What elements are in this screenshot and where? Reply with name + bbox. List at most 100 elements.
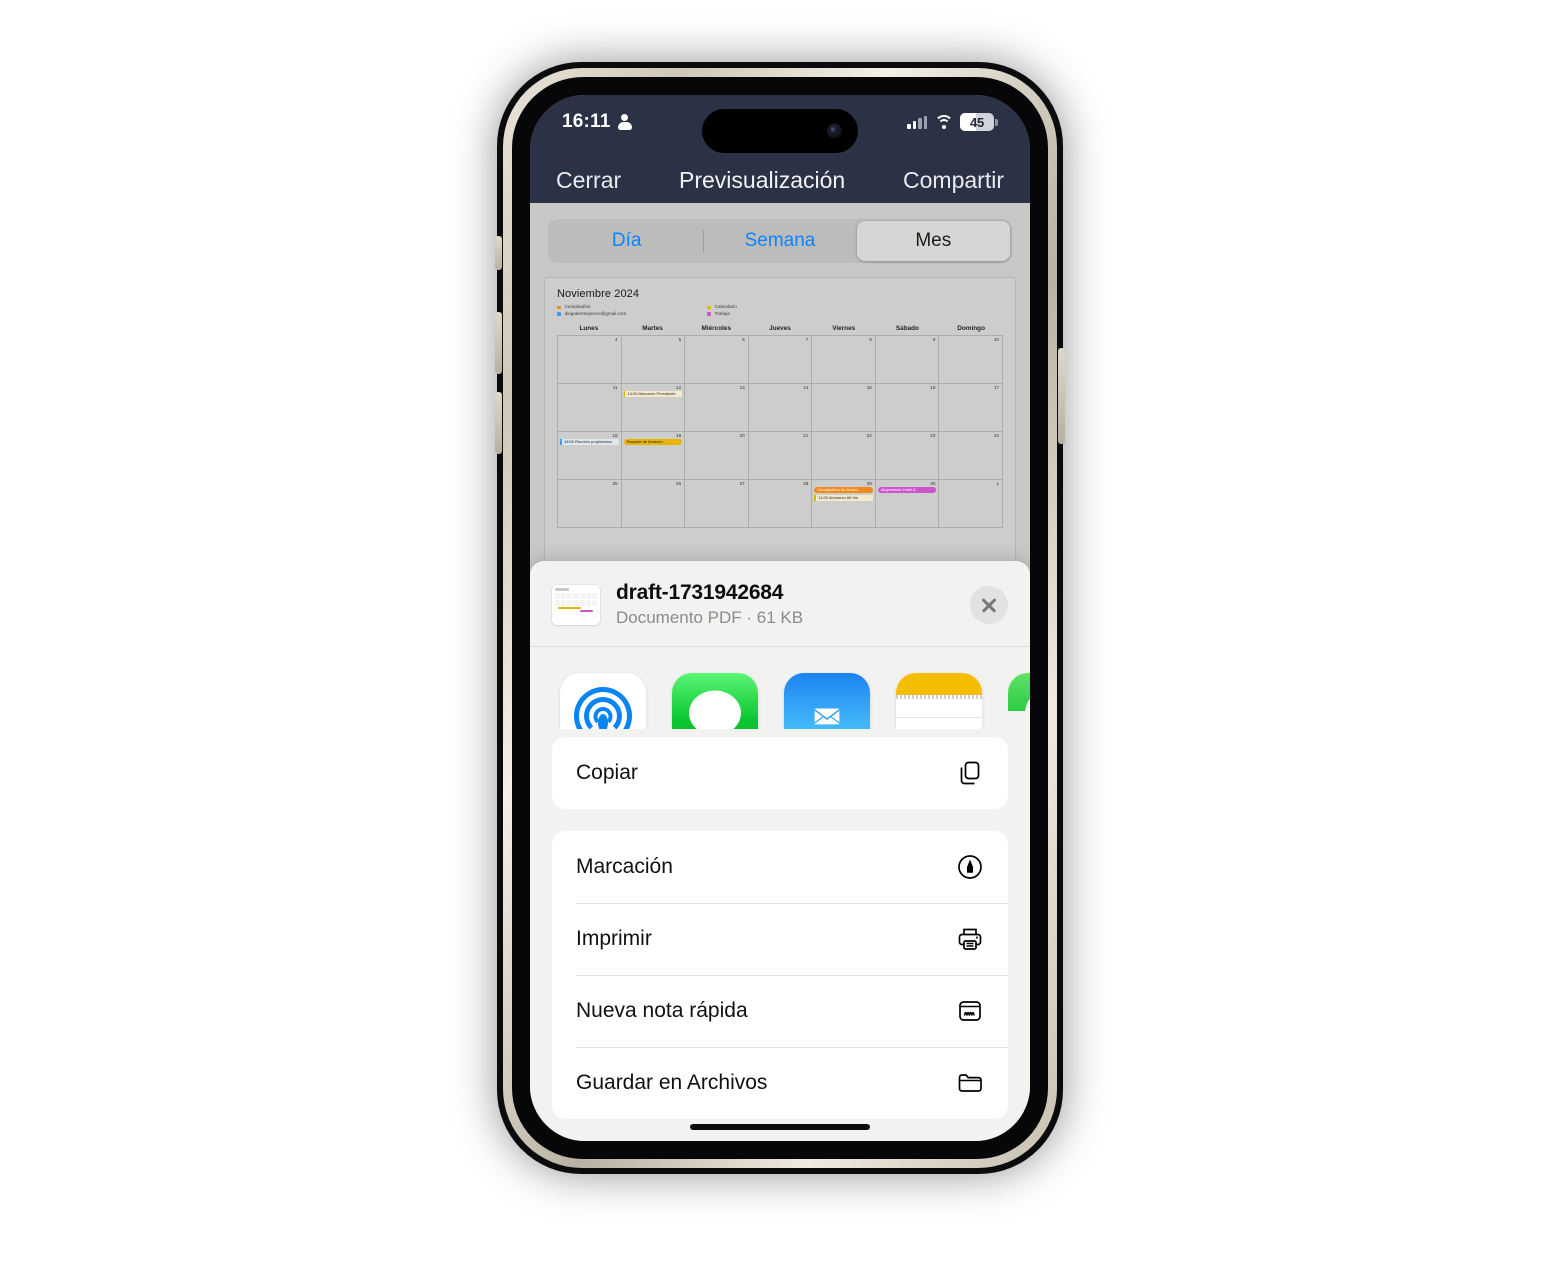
calendar-day-cell: 10 (939, 336, 1003, 385)
close-icon[interactable] (970, 585, 1008, 624)
legend-item-calendario: Calendario (707, 304, 857, 310)
action-marcacion[interactable]: Marcación (552, 831, 1008, 903)
weekday-label: Sábado (895, 325, 919, 333)
calendar-month-title: Noviembre 2024 (557, 288, 640, 300)
document-thumbnail (552, 584, 600, 625)
action-copiar[interactable]: Copiar (552, 737, 1008, 809)
share-target-airdrop[interactable]: AirDrop (560, 673, 646, 729)
calendar-day-number: 5 (678, 337, 682, 343)
calendar-day-cell: 15 (812, 384, 876, 433)
calendar-day-cell: 25 (558, 480, 622, 529)
action-nueva-nota-rapida[interactable]: Nueva nota rápida (552, 975, 1008, 1047)
legend-label: Calendario (714, 304, 737, 309)
volume-up-button[interactable] (495, 312, 502, 374)
calendar-event: Alojamiento Hotel IL (877, 487, 937, 494)
calendar-day-number: 27 (739, 481, 745, 487)
status-bar-left: 16:11 (562, 111, 632, 133)
weekday-label: Lunes (579, 325, 599, 333)
legend-label: Trabajo (714, 310, 730, 316)
action-group-copy: Copiar (552, 737, 1008, 809)
whatsapp-icon (1008, 673, 1030, 711)
power-button[interactable] (1058, 348, 1065, 444)
airdrop-icon (560, 673, 646, 729)
share-sheet-actions: Copiar Marcación Imprimir Nueva nota ráp… (530, 729, 1030, 1141)
wifi-icon (934, 115, 953, 129)
nav-titles: Cerrar Previsualización Compartir (530, 157, 1030, 203)
action-label: Nueva nota rápida (576, 999, 748, 1022)
calendar-day-number: 30 (930, 481, 936, 487)
calendar-day-number: 10 (993, 337, 999, 343)
share-target-mensajes[interactable]: Mensajes (672, 673, 758, 729)
battery-level: 45 (969, 114, 985, 130)
calendar-day-number: 9 (932, 337, 936, 343)
mail-icon (784, 673, 870, 729)
close-button[interactable]: Cerrar (556, 167, 621, 194)
calendar-day-cell: 8 (812, 336, 876, 385)
home-indicator (690, 1124, 870, 1130)
navigation-bar: 16:11 45 Cerrar Previsualización Compart… (530, 95, 1030, 203)
segment-semana[interactable]: Semana (703, 221, 856, 261)
weekday-label: Martes (642, 325, 663, 333)
phone-screen: 16:11 45 Cerrar Previsualización Compart… (530, 95, 1030, 1141)
calendar-day-number: 13 (739, 385, 745, 391)
battery-icon: 45 (960, 113, 998, 131)
action-label: Copiar (576, 761, 638, 784)
action-label: Guardar en Archivos (576, 1071, 768, 1094)
calendar-day-number: 6 (742, 337, 745, 343)
share-sheet-file-meta: draft-1731942684 Documento PDF · 61 KB (616, 581, 954, 628)
volume-down-button[interactable] (495, 392, 502, 454)
calendar-day-cell: 17 (939, 384, 1003, 433)
share-target-notas[interactable]: Notas (896, 673, 982, 729)
calendar-legend: Cumpleaños Calendario diegobermejovico@g… (557, 304, 1003, 316)
calendar-day-cell: 4 (558, 336, 622, 385)
share-target-whatsapp[interactable]: Wh (1008, 673, 1030, 711)
calendar-day-number: 21 (803, 433, 809, 439)
calendar-day-cell: 29 Cumpleaños de Álvaro 11:00 Almuerzo 68 … (812, 480, 876, 529)
silent-switch[interactable] (495, 236, 502, 270)
messages-icon (672, 673, 758, 729)
calendar-day-cell: 9 (875, 336, 940, 385)
calendar-day-cell: 14 (748, 384, 813, 433)
calendar-day-cell: 11 (558, 384, 622, 433)
calendar-day-number: 15 (866, 385, 872, 391)
share-sheet-app-row[interactable]: AirDrop Mensajes (530, 647, 1030, 729)
share-button[interactable]: Compartir (903, 167, 1004, 194)
calendar-day-cell: 18 18:00 Reunión propietarios (558, 432, 622, 481)
weekday-label: Miércoles (701, 325, 732, 333)
quick-note-icon (956, 997, 984, 1025)
cellular-signal-icon (907, 115, 927, 129)
calendar-day-cell: 5 (621, 336, 686, 385)
action-guardar-en-archivos[interactable]: Guardar en Archivos (552, 1047, 1008, 1119)
calendar-event: 14:00 Almuerzo Presidente (623, 391, 683, 398)
calendar-day-number: 25 (612, 481, 618, 487)
calendar-day-cell: 21 (748, 432, 813, 481)
person-icon (617, 113, 632, 131)
calendar-day-number: 28 (803, 481, 809, 487)
action-label: Imprimir (576, 927, 652, 950)
page-title: Previsualización (679, 166, 846, 193)
calendar-day-cell: 6 (685, 336, 749, 385)
weekday-label: Viernes (832, 325, 856, 333)
calendar-day-number: 11 (612, 385, 618, 391)
calendar-day-number: 19 (676, 433, 682, 439)
file-name: draft-1731942684 (616, 581, 784, 604)
calendar-weekday-header: Lunes Martes Miércoles Jueves Viernes Sá… (557, 325, 1003, 332)
calendar-day-number: 7 (805, 337, 809, 343)
action-imprimir[interactable]: Imprimir (552, 903, 1008, 975)
legend-label: Cumpleaños (564, 304, 591, 309)
status-bar-time: 16:11 (562, 111, 611, 132)
dynamic-island (702, 109, 858, 153)
front-camera-icon (827, 123, 842, 139)
weekday-label: Jueves (769, 325, 791, 333)
legend-label: diegobermejovico@gmail.com (564, 310, 627, 316)
view-mode-segmented-control[interactable]: Día Semana Mes (548, 219, 1012, 263)
calendar-day-cell: 26 (621, 480, 686, 529)
segment-mes[interactable]: Mes (856, 221, 1010, 261)
notes-icon (896, 673, 982, 729)
calendar-day-cell: 28 (748, 480, 813, 529)
share-target-mail[interactable]: Mail (784, 673, 870, 729)
calendar-day-cell: 24 (939, 432, 1003, 481)
segment-dia[interactable]: Día (550, 221, 703, 261)
segmented-control-wrap: Día Semana Mes (530, 203, 1030, 277)
markup-icon (956, 853, 984, 881)
